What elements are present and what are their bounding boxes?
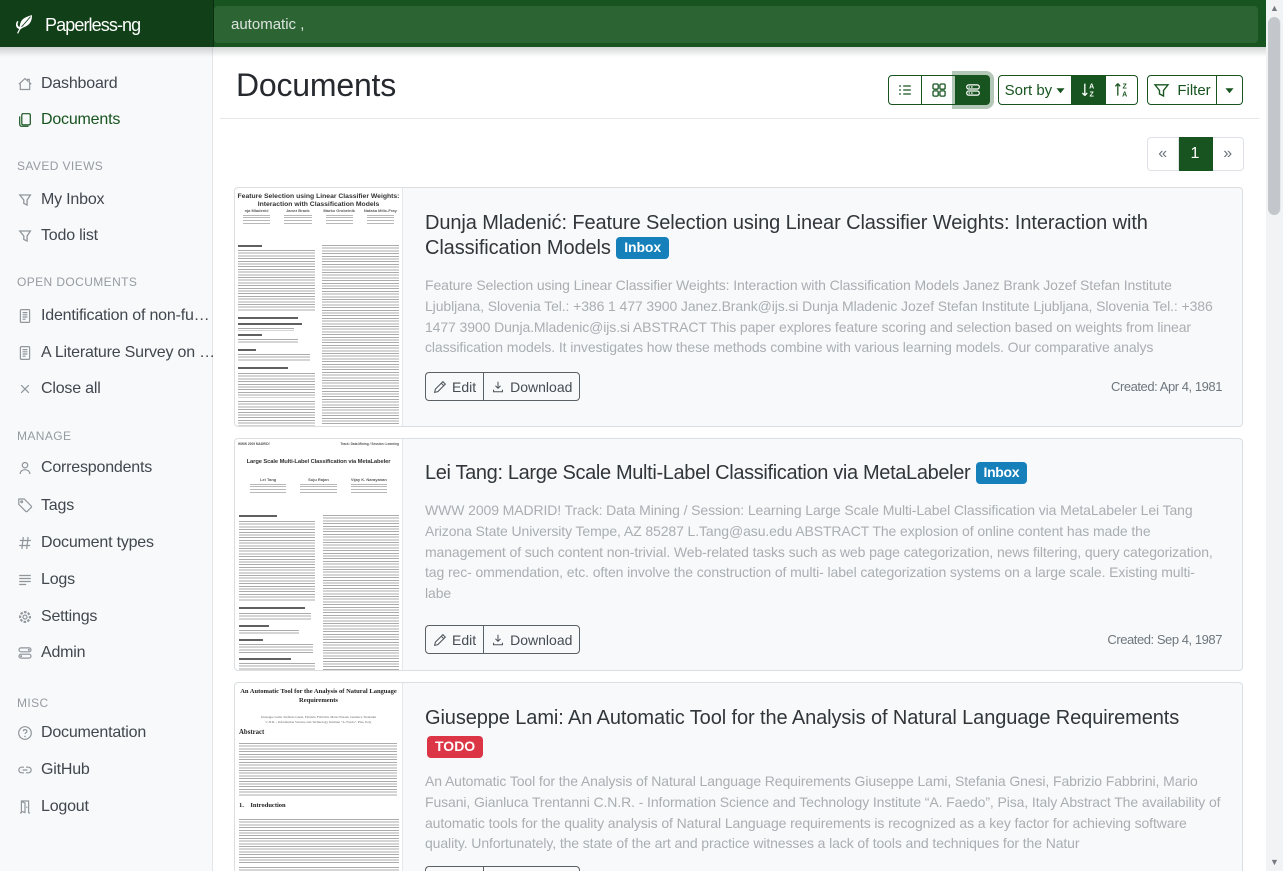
svg-text:A: A: [1122, 91, 1127, 98]
svg-text:Z: Z: [1122, 84, 1127, 91]
svg-text:Z: Z: [1089, 91, 1094, 98]
svg-text:A: A: [1089, 84, 1094, 91]
